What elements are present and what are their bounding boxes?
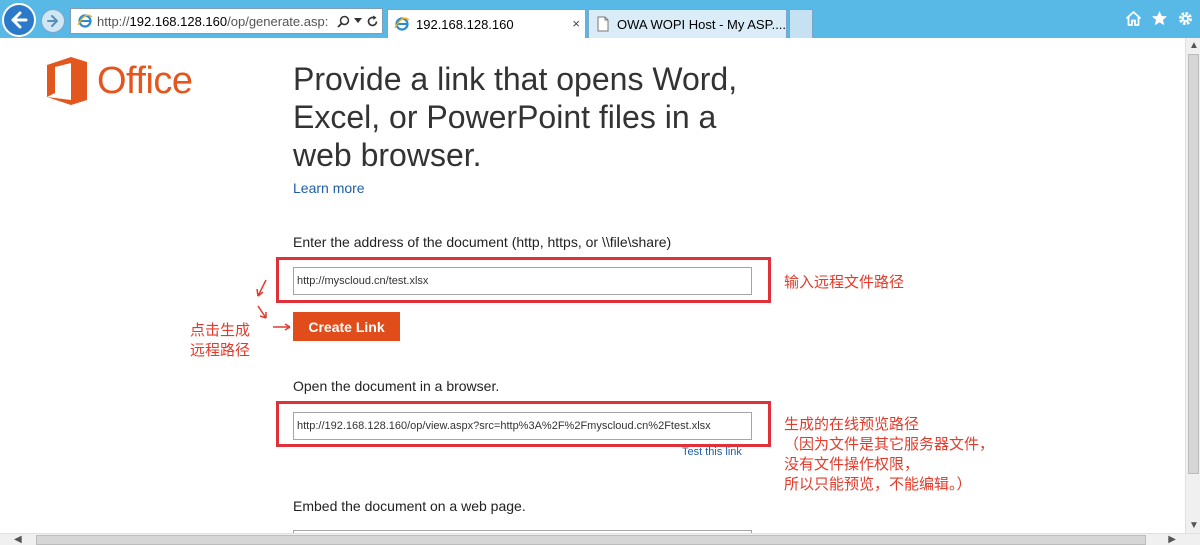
create-link-button[interactable]: Create Link [293,312,400,341]
scroll-right-icon[interactable]: ▶ [1168,534,1176,545]
scroll-up-icon[interactable]: ▲ [1189,40,1199,51]
ie-icon [394,17,410,31]
output-highlight-box [276,401,771,447]
result-annotation-line3: 没有文件操作权限， [784,455,920,473]
result-annotation-line2: （因为文件是其它服务器文件， [784,435,995,453]
scroll-left-icon[interactable]: ◀ [14,534,22,545]
open-in-browser-label: Open the document in a browser. [293,378,500,394]
page-title: Provide a link that opens Word, Excel, o… [293,61,738,173]
back-button[interactable] [2,3,36,37]
click-annotation-line1: 点击生成 [190,321,251,339]
address-prefix: http:// [97,13,130,29]
tab-active[interactable]: 192.168.128.160 × [387,9,586,38]
page-icon [597,16,609,32]
office-logo-icon [47,57,87,105]
vertical-scroll-thumb[interactable] [1188,54,1199,474]
refresh-icon[interactable] [366,15,379,28]
tab-label: 192.168.128.160 [416,16,514,32]
ie-icon [77,14,93,28]
search-icon[interactable] [337,15,350,28]
address-host: 192.168.128.160 [129,13,228,29]
vertical-scrollbar[interactable]: ▲ ▼ [1185,38,1200,533]
settings-gear-icon[interactable] [1177,10,1194,27]
office-logo-text: Office [97,59,193,102]
tab-owa-wopi[interactable]: OWA WOPI Host - My ASP.... [588,9,787,38]
home-icon[interactable] [1125,10,1142,27]
embed-label: Embed the document on a web page. [293,498,526,514]
learn-more-link[interactable]: Learn more [293,180,365,196]
page-content: Office Provide a link that opens Word, E… [0,38,1185,533]
arrow-right-icon [47,15,58,27]
dropdown-arrow-icon[interactable] [354,18,362,24]
new-tab-button[interactable] [789,9,813,38]
forward-button[interactable] [41,9,65,33]
tab-label: OWA WOPI Host - My ASP.... [617,16,786,32]
close-tab-icon[interactable]: × [572,16,580,31]
test-link[interactable]: Test this link [682,446,742,458]
result-annotation-line1: 生成的在线预览路径 [784,415,920,433]
arrow-left-icon [11,11,28,29]
horizontal-scroll-thumb[interactable] [36,535,1146,545]
address-text[interactable]: http://192.168.128.160/op/generate.asp: [97,14,335,29]
input-highlight-box [276,257,771,303]
favorites-star-icon[interactable] [1151,10,1168,27]
horizontal-scrollbar[interactable]: ◀ ▶ [0,533,1200,545]
result-annotation-line4: 所以只能预览，不能编辑。） [784,475,972,493]
input-annotation: 输入远程文件路径 [784,273,905,291]
address-bar[interactable]: http://192.168.128.160/op/generate.asp: [70,8,383,34]
address-label: Enter the address of the document (http,… [293,234,672,250]
office-logo: Office [45,56,193,106]
browser-toolbar: http://192.168.128.160/op/generate.asp: … [0,0,1200,38]
click-annotation-line2: 远程路径 [190,341,251,359]
annotation-arrows [256,279,291,331]
address-path: /op/generate.asp: [227,13,329,29]
scroll-down-icon[interactable]: ▼ [1189,520,1199,531]
